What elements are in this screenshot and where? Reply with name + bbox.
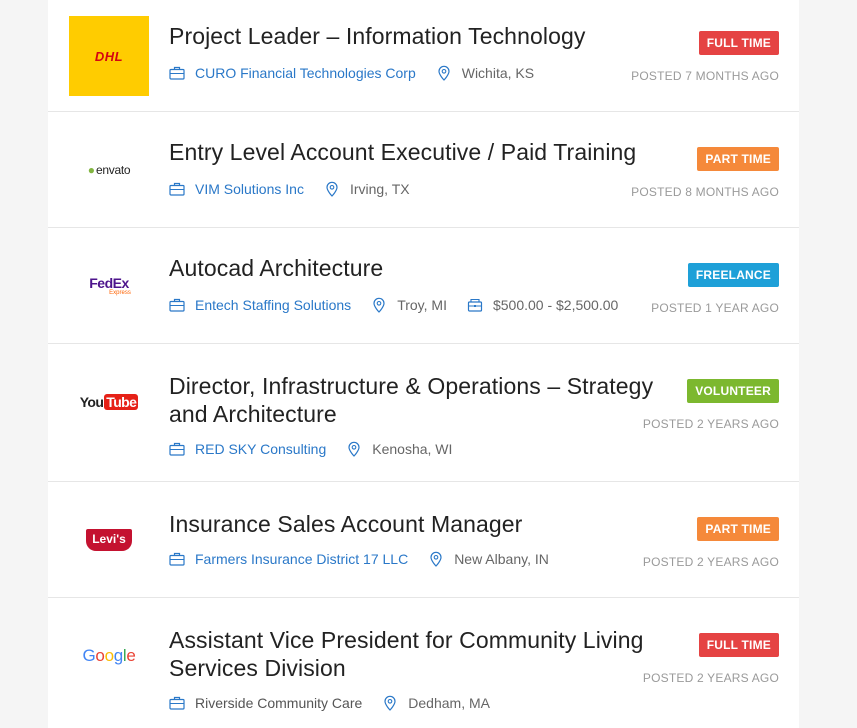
job-title[interactable]: Assistant Vice President for Community L… (169, 626, 689, 682)
job-listing[interactable]: ● envato Entry Level Account Executive /… (48, 112, 799, 228)
logo-text: envato (96, 163, 131, 177)
map-pin-icon (348, 441, 360, 457)
job-meta: VIM Solutions Inc Irving, TX (169, 181, 410, 197)
company-logo-levis[interactable]: Levi's (69, 500, 149, 580)
leaf-icon: ● (87, 163, 95, 177)
job-type-badge: PART TIME (697, 517, 779, 541)
job-type-badge: FULL TIME (698, 31, 779, 55)
map-pin-icon (326, 181, 338, 197)
job-salary: $500.00 - $2,500.00 (492, 297, 619, 313)
job-title[interactable]: Director, Infrastructure & Operations – … (169, 372, 689, 428)
briefcase-icon (169, 182, 185, 196)
company-logo-dhl[interactable]: DHL (69, 16, 149, 96)
job-listing[interactable]: Levi's Insurance Sales Account Manager F… (48, 482, 799, 598)
company-logo-youtube[interactable]: You Tube (69, 362, 149, 442)
job-meta: RED SKY Consulting Kenosha, WI (169, 441, 452, 457)
job-meta: Entech Staffing Solutions Troy, MI $500.… (169, 297, 618, 313)
briefcase-icon (169, 66, 185, 80)
briefcase-icon (169, 552, 185, 566)
company-link[interactable]: VIM Solutions Inc (195, 181, 304, 197)
job-location: Irving, TX (349, 181, 410, 197)
job-listings-panel: DHL Project Leader – Information Technol… (48, 0, 799, 728)
briefcase-icon (169, 442, 185, 456)
money-icon (467, 298, 483, 312)
logo-text: DHL (94, 48, 124, 64)
job-location: Kenosha, WI (372, 441, 453, 457)
company-link[interactable]: Entech Staffing Solutions (195, 297, 351, 313)
job-location: Troy, MI (397, 297, 447, 313)
company-link[interactable]: CURO Financial Technologies Corp (195, 65, 416, 81)
logo-text-tube: Tube (104, 394, 139, 410)
job-location: New Albany, IN (454, 551, 549, 567)
job-listing[interactable]: FedEx Express Autocad Architecture Entec… (48, 228, 799, 344)
job-meta: Farmers Insurance District 17 LLC New Al… (169, 551, 549, 567)
job-title[interactable]: Entry Level Account Executive / Paid Tra… (169, 138, 689, 166)
posted-date: POSTED 1 YEAR AGO (651, 301, 779, 315)
map-pin-icon (373, 297, 385, 313)
job-location: Wichita, KS (461, 65, 535, 81)
job-title[interactable]: Autocad Architecture (169, 254, 689, 282)
job-meta: Riverside Community Care Dedham, MA (169, 695, 490, 711)
logo-text: You (79, 394, 104, 410)
logo-text: FedEx (89, 274, 129, 291)
job-listing[interactable]: Google Assistant Vice President for Comm… (48, 598, 799, 728)
job-type-badge: PART TIME (697, 147, 779, 171)
logo-subtext: Express (109, 289, 131, 296)
posted-date: POSTED 7 MONTHS AGO (631, 69, 779, 83)
company-logo-fedex[interactable]: FedEx Express (69, 246, 149, 326)
job-location: Dedham, MA (408, 695, 490, 711)
company-name: Riverside Community Care (195, 695, 363, 711)
company-link[interactable]: RED SKY Consulting (195, 441, 326, 457)
job-type-badge: FREELANCE (687, 263, 779, 287)
posted-date: POSTED 2 YEARS AGO (642, 671, 779, 685)
briefcase-icon (169, 696, 185, 710)
posted-date: POSTED 2 YEARS AGO (642, 417, 779, 431)
company-logo-google[interactable]: Google (69, 616, 149, 696)
company-logo-envato[interactable]: ● envato (69, 130, 149, 210)
logo-text: Levi's (86, 529, 132, 551)
posted-date: POSTED 8 MONTHS AGO (631, 185, 779, 199)
job-title[interactable]: Insurance Sales Account Manager (169, 510, 689, 538)
logo-text: Google (82, 646, 136, 665)
job-type-badge: FULL TIME (698, 633, 779, 657)
company-link[interactable]: Farmers Insurance District 17 LLC (195, 551, 408, 567)
briefcase-icon (169, 298, 185, 312)
map-pin-icon (384, 695, 396, 711)
job-listing[interactable]: DHL Project Leader – Information Technol… (48, 0, 799, 112)
map-pin-icon (438, 65, 450, 81)
job-type-badge: VOLUNTEER (687, 379, 779, 403)
map-pin-icon (430, 551, 442, 567)
job-listing[interactable]: You Tube Director, Infrastructure & Oper… (48, 344, 799, 482)
posted-date: POSTED 2 YEARS AGO (642, 555, 779, 569)
job-meta: CURO Financial Technologies Corp Wichita… (169, 65, 534, 81)
job-title[interactable]: Project Leader – Information Technology (169, 22, 689, 50)
